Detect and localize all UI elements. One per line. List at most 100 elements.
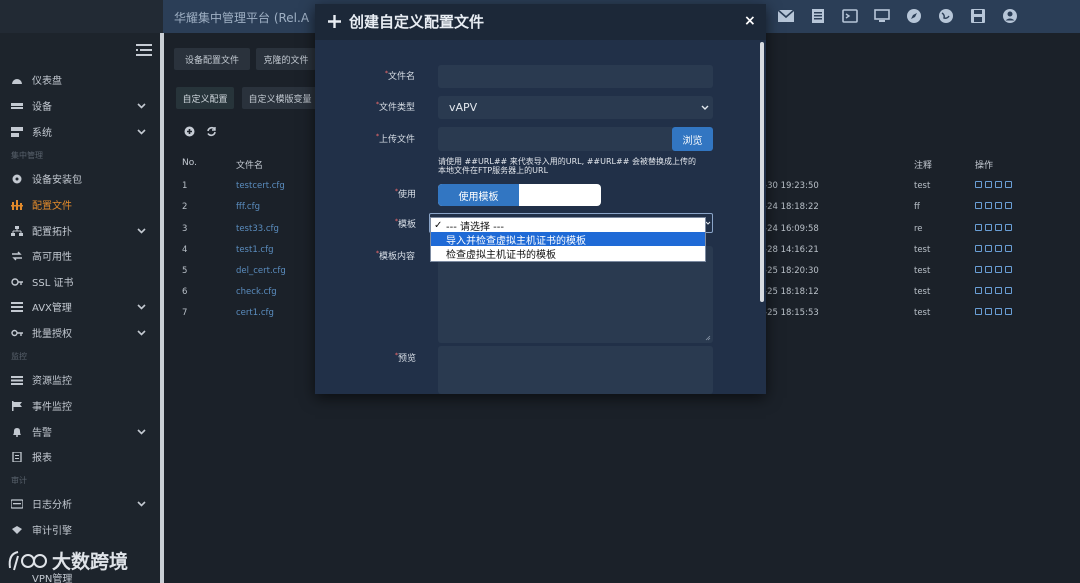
table-cell-no: 6	[182, 287, 188, 297]
audit-icon	[11, 525, 23, 535]
template-option[interactable]: 导入并检查虚拟主机证书的模板	[431, 232, 705, 247]
mail-icon[interactable]	[770, 6, 802, 26]
sidebar-item-ha[interactable]: 高可用性	[0, 243, 160, 268]
edit-icon[interactable]	[975, 202, 982, 209]
table-cell-filename[interactable]: test33.cfg	[236, 224, 279, 234]
table-cell-filename[interactable]: test1.cfg	[236, 245, 274, 255]
refresh-icon[interactable]	[206, 126, 217, 137]
edit-icon[interactable]	[975, 181, 982, 188]
copy-icon[interactable]	[985, 308, 992, 315]
sidebar-item-package[interactable]: 设备安装包	[0, 166, 160, 191]
table-cell-filename[interactable]: fff.cfg	[236, 202, 260, 212]
sidebar-item-ssl[interactable]: SSL 证书	[0, 269, 160, 294]
template-option[interactable]: 检查虚拟主机证书的模板	[431, 246, 705, 261]
key-icon	[11, 328, 23, 338]
tab-custom-template-vars[interactable]: 自定义模版变量	[242, 87, 318, 109]
copy-icon[interactable]	[985, 266, 992, 273]
row-action-icons[interactable]	[975, 181, 1012, 188]
use-template-button[interactable]: 使用模板	[438, 184, 519, 206]
copy-icon[interactable]	[985, 202, 992, 209]
delete-icon[interactable]	[1005, 181, 1012, 188]
add-icon[interactable]	[184, 126, 195, 137]
filename-label: *文件名	[385, 70, 416, 82]
flag-icon	[11, 400, 23, 411]
sidebar-item-system[interactable]: 系统	[0, 119, 160, 144]
sidebar-item-audit-engine[interactable]: 审计引擎	[0, 517, 160, 542]
sidebar-item-alarm[interactable]: 告警	[0, 419, 160, 444]
push-icon[interactable]	[995, 245, 1002, 252]
delete-icon[interactable]	[1005, 202, 1012, 209]
table-cell-time: -24 18:18:22	[764, 202, 819, 212]
push-icon[interactable]	[995, 266, 1002, 273]
table-cell-filename[interactable]: del_cert.cfg	[236, 266, 286, 276]
edit-icon[interactable]	[975, 287, 982, 294]
row-action-icons[interactable]	[975, 245, 1012, 252]
row-action-icons[interactable]	[975, 308, 1012, 315]
tab-device-config-file[interactable]: 设备配置文件	[174, 48, 250, 70]
sidebar-item-event-monitor[interactable]: 事件监控	[0, 393, 160, 418]
filetype-select[interactable]: vAPV	[438, 96, 713, 119]
compass-icon[interactable]	[898, 6, 930, 26]
delete-icon[interactable]	[1005, 245, 1012, 252]
sidebar-item-label: 高可用性	[32, 252, 72, 263]
table-cell-time: -24 16:09:58	[764, 224, 819, 234]
browse-button[interactable]: 浏览	[672, 127, 713, 151]
modal-header: 创建自定义配置文件 ×	[315, 4, 766, 40]
modal-scrollbar[interactable]	[760, 42, 764, 302]
edit-icon[interactable]	[975, 224, 982, 231]
sidebar-item-license[interactable]: 批量授权	[0, 320, 160, 345]
sidebar-item-config-file[interactable]: 配置文件	[0, 192, 160, 217]
terminal-icon[interactable]	[834, 6, 866, 26]
copy-icon[interactable]	[985, 181, 992, 188]
edit-icon[interactable]	[975, 245, 982, 252]
preview-textarea[interactable]	[438, 346, 713, 394]
user-icon[interactable]	[994, 6, 1026, 26]
sidebar-item-device[interactable]: 设备	[0, 93, 160, 118]
document-icon[interactable]	[802, 6, 834, 26]
delete-icon[interactable]	[1005, 224, 1012, 231]
template-option[interactable]: ✓ --- 请选择 ---	[431, 218, 705, 233]
row-action-icons[interactable]	[975, 202, 1012, 209]
delete-icon[interactable]	[1005, 287, 1012, 294]
table-cell-note: test	[914, 181, 931, 191]
close-icon[interactable]: ×	[744, 13, 756, 29]
chevron-down-icon	[137, 228, 146, 234]
edit-icon[interactable]	[975, 266, 982, 273]
save-icon[interactable]	[962, 6, 994, 26]
push-icon[interactable]	[995, 287, 1002, 294]
sidebar-item-dashboard[interactable]: 仪表盘	[0, 67, 160, 92]
sidebar: 仪表盘 设备 系统 集中管理 设备安装包 配置文件 配置拓扑 高可用性 SSL …	[0, 33, 160, 583]
tab-cloned-file[interactable]: 克隆的文件	[256, 48, 316, 70]
sidebar-item-topology[interactable]: 配置拓扑	[0, 218, 160, 243]
table-cell-filename[interactable]: testcert.cfg	[236, 181, 285, 191]
push-icon[interactable]	[995, 202, 1002, 209]
globe-icon[interactable]	[930, 6, 962, 26]
delete-icon[interactable]	[1005, 308, 1012, 315]
copy-icon[interactable]	[985, 224, 992, 231]
sidebar-item-log-analysis[interactable]: 日志分析	[0, 491, 160, 516]
use-template-toggle[interactable]: 使用模板	[438, 184, 601, 206]
table-cell-filename[interactable]: check.cfg	[236, 287, 277, 297]
menu-toggle-icon[interactable]	[136, 44, 152, 56]
resize-handle-icon[interactable]	[705, 335, 711, 341]
copy-icon[interactable]	[985, 245, 992, 252]
row-action-icons[interactable]	[975, 224, 1012, 231]
tab-custom-config[interactable]: 自定义配置	[176, 87, 234, 109]
sidebar-item-report[interactable]: 报表	[0, 444, 160, 469]
push-icon[interactable]	[995, 224, 1002, 231]
row-action-icons[interactable]	[975, 287, 1012, 294]
table-cell-time: -25 18:15:53	[764, 308, 819, 318]
delete-icon[interactable]	[1005, 266, 1012, 273]
filename-input[interactable]	[438, 65, 713, 88]
table-cell-filename[interactable]: cert1.cfg	[236, 308, 274, 318]
sidebar-item-avx[interactable]: AVX管理	[0, 294, 160, 319]
monitor-icon[interactable]	[866, 6, 898, 26]
edit-icon[interactable]	[975, 308, 982, 315]
push-icon[interactable]	[995, 308, 1002, 315]
copy-icon[interactable]	[985, 287, 992, 294]
sidebar-item-resource-monitor[interactable]: 资源监控	[0, 367, 160, 392]
sidebar-item-label: 配置文件	[32, 201, 72, 212]
row-action-icons[interactable]	[975, 266, 1012, 273]
push-icon[interactable]	[995, 181, 1002, 188]
upload-file-input[interactable]	[438, 127, 674, 151]
